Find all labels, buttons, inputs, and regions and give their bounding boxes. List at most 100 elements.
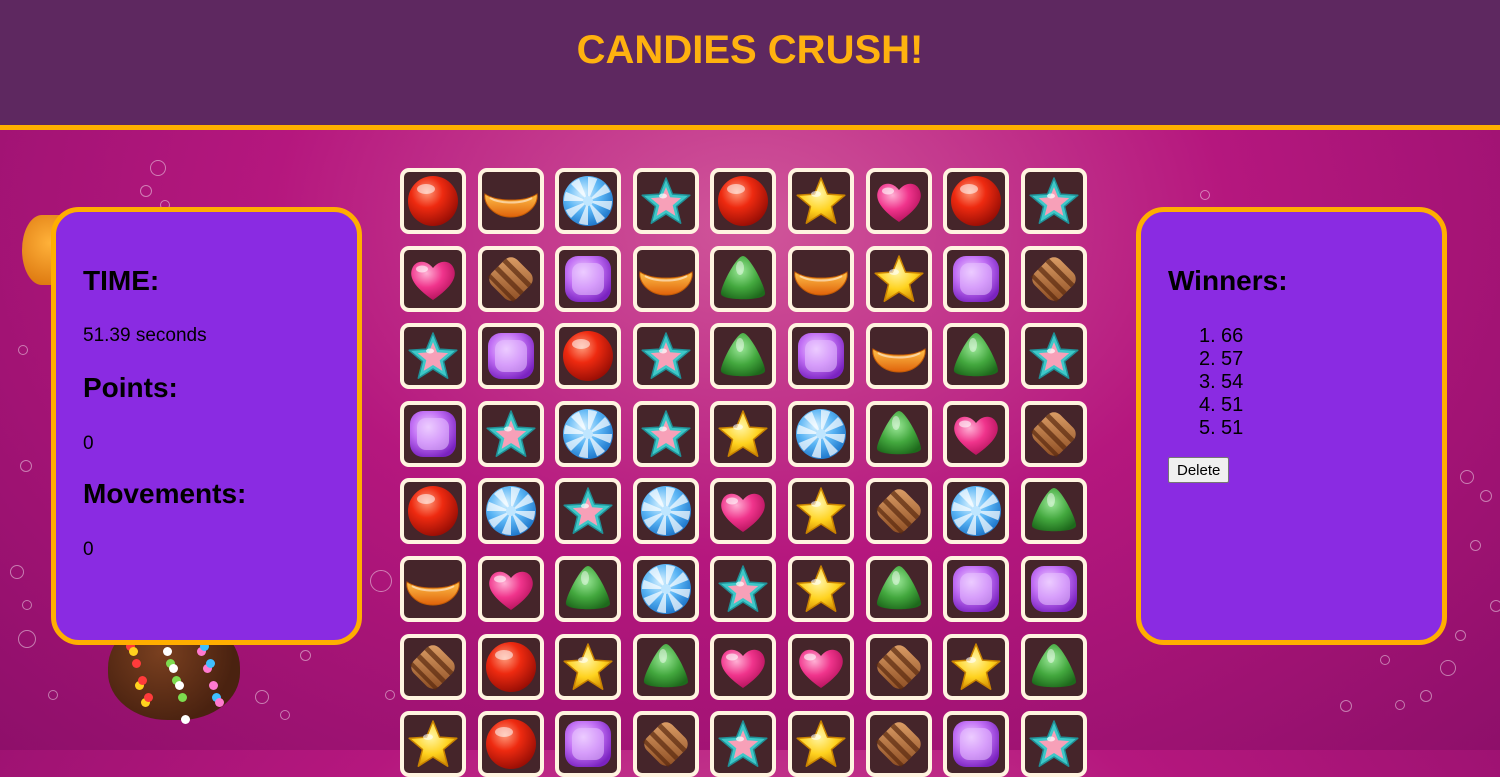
yellow-star-candy-icon: [408, 720, 458, 768]
brown-candy-icon: [875, 722, 921, 768]
yellow-star-candy-icon: [874, 254, 924, 302]
board-cell[interactable]: [1020, 168, 1087, 234]
bubble-decoration: [20, 460, 32, 472]
board-cell[interactable]: [1020, 711, 1087, 777]
board-cell[interactable]: [788, 633, 854, 700]
orange-candy-icon: [483, 193, 538, 218]
board-cell[interactable]: [555, 556, 622, 622]
board-cell[interactable]: [1020, 633, 1087, 700]
board-cell[interactable]: [1020, 556, 1087, 622]
yellow-star-candy-icon: [796, 177, 846, 224]
board-cell[interactable]: [400, 323, 466, 390]
bubble-decoration: [1470, 540, 1481, 551]
board-cell[interactable]: [943, 711, 1010, 777]
board-cell[interactable]: [555, 323, 622, 390]
board-cell[interactable]: [400, 556, 466, 622]
board-cell[interactable]: [710, 633, 777, 700]
board-cell[interactable]: [632, 323, 699, 390]
board-cell[interactable]: [400, 478, 466, 545]
board-cell[interactable]: [477, 711, 544, 777]
board-cell[interactable]: [477, 400, 544, 467]
board-cell[interactable]: [788, 168, 854, 234]
board-cell[interactable]: [788, 323, 854, 390]
board-cell[interactable]: [943, 400, 1010, 467]
board-cell[interactable]: [632, 556, 699, 622]
board-cell[interactable]: [477, 245, 544, 312]
board-cell[interactable]: [710, 245, 777, 312]
board-cell[interactable]: [632, 400, 699, 467]
orange-candy-icon: [406, 581, 460, 606]
board-cell[interactable]: [1020, 245, 1087, 312]
board-cell[interactable]: [943, 245, 1010, 312]
teal-star-candy-icon: [563, 487, 613, 535]
board-cell[interactable]: [1020, 323, 1087, 390]
delete-button[interactable]: Delete: [1168, 457, 1230, 483]
purple-candy-icon: [953, 255, 1000, 302]
board-cell[interactable]: [1020, 478, 1087, 545]
board-cell[interactable]: [943, 168, 1010, 234]
winners-list: 1. 66 2. 57 3. 54 4. 51 5. 51: [1199, 325, 1243, 440]
board-cell[interactable]: [400, 711, 466, 777]
board-cell[interactable]: [710, 323, 777, 390]
board-cell[interactable]: [788, 556, 854, 622]
board-cell[interactable]: [710, 711, 777, 777]
board-cell[interactable]: [865, 633, 932, 700]
board-cell[interactable]: [865, 556, 932, 622]
board-cell[interactable]: [632, 168, 699, 234]
purple-candy-icon: [798, 333, 844, 380]
pink-heart-candy-icon: [954, 416, 998, 455]
board-cell[interactable]: [710, 168, 777, 234]
board-cell[interactable]: [555, 633, 622, 700]
board-cell[interactable]: [943, 478, 1010, 545]
brown-candy-icon: [642, 722, 688, 768]
board-cell[interactable]: [865, 478, 932, 545]
board-cell[interactable]: [943, 633, 1010, 700]
bubble-decoration: [1340, 700, 1352, 712]
bubble-decoration: [150, 160, 166, 176]
board-cell[interactable]: [632, 478, 699, 545]
board-cell[interactable]: [477, 323, 544, 390]
sprinkle: [163, 647, 172, 656]
board-cell[interactable]: [710, 556, 777, 622]
board-cell[interactable]: [477, 633, 544, 700]
board-cell[interactable]: [788, 245, 854, 312]
board-cell[interactable]: [477, 168, 544, 234]
movements-label: Movements:: [83, 478, 247, 509]
board-cell[interactable]: [477, 478, 544, 545]
sprinkle: [144, 693, 153, 702]
board-cell[interactable]: [943, 323, 1010, 390]
board-cell[interactable]: [788, 400, 854, 467]
board-cell[interactable]: [632, 711, 699, 777]
board-cell[interactable]: [400, 400, 466, 467]
bubble-decoration: [18, 345, 28, 355]
board-cell[interactable]: [632, 245, 699, 312]
board-cell[interactable]: [400, 245, 466, 312]
board-cell[interactable]: [943, 556, 1010, 622]
board-cell[interactable]: [555, 478, 622, 545]
bubble-decoration: [1455, 630, 1466, 641]
board-cell[interactable]: [865, 245, 932, 312]
board-cell[interactable]: [555, 168, 622, 234]
board-cell[interactable]: [400, 633, 466, 700]
board-cell[interactable]: [865, 711, 932, 777]
bubble-decoration: [1420, 690, 1432, 702]
board-cell[interactable]: [788, 478, 854, 545]
yellow-star-candy-icon: [796, 487, 846, 535]
board-cell[interactable]: [555, 400, 622, 467]
board-cell[interactable]: [400, 168, 466, 234]
board-cell[interactable]: [710, 400, 777, 467]
board-cell[interactable]: [1020, 400, 1087, 467]
blue-candy-icon: [640, 486, 691, 537]
board-cell[interactable]: [865, 168, 932, 234]
board-cell[interactable]: [788, 711, 854, 777]
board-cell[interactable]: [477, 556, 544, 622]
board-cell[interactable]: [555, 245, 622, 312]
bubble-decoration: [1480, 490, 1492, 502]
board-cell[interactable]: [555, 711, 622, 777]
red-candy-icon: [563, 331, 614, 382]
board-cell[interactable]: [865, 323, 932, 390]
board-cell[interactable]: [632, 633, 699, 700]
stats-panel: TIME: 51.39 seconds Points: 0 Movements:…: [51, 207, 362, 645]
board-cell[interactable]: [865, 400, 932, 467]
board-cell[interactable]: [710, 478, 777, 545]
